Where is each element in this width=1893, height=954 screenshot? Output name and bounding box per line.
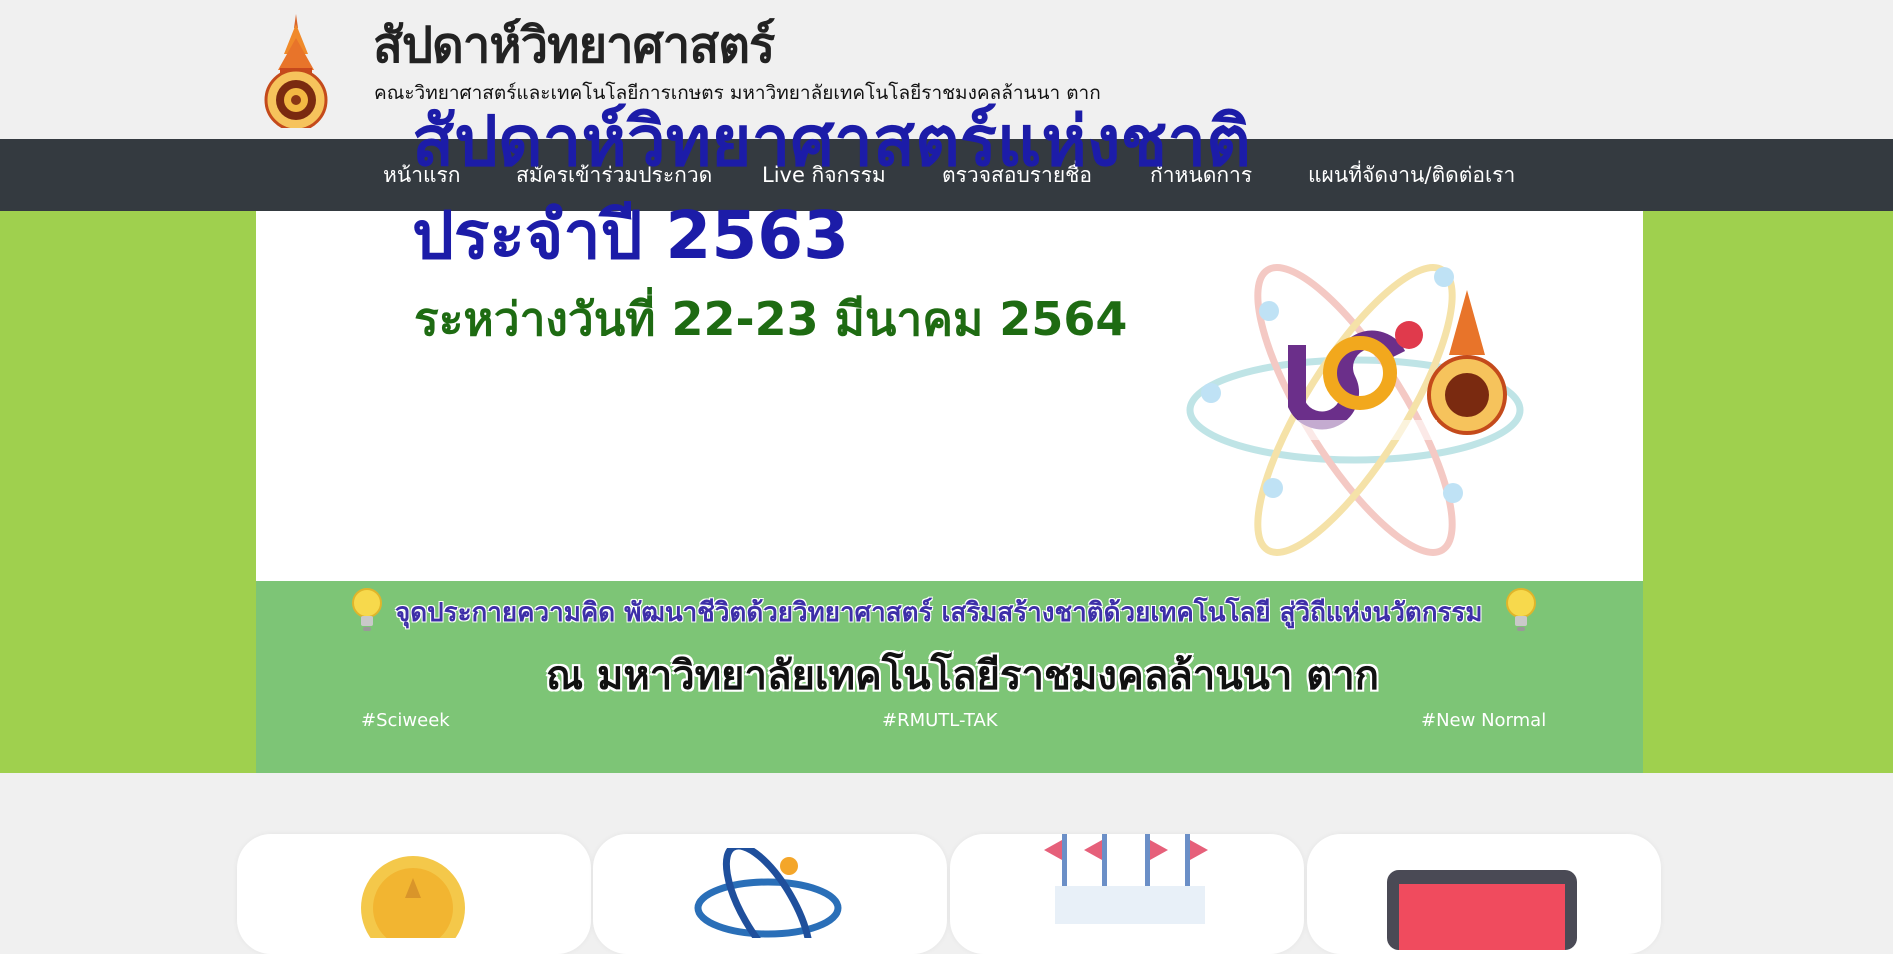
hashtag-rmutl-tak: #RMUTL-TAK [882,710,998,731]
monitor-icon [1387,870,1577,950]
banner-venue: ณ มหาวิทยาลัยเทคโนโลยีราชมงคลล้านนา ตาก [546,653,1379,699]
banner-title-line1: สัปดาห์วิทยาศาสตร์แห่งชาติ [412,102,1251,182]
lightbulb-icon [1506,588,1536,631]
medal-icon [361,856,465,938]
feature-card-live[interactable] [1307,834,1661,954]
nav-item-map-contact[interactable]: แผนที่จัดงาน/ติดต่อเรา [1308,139,1515,211]
feature-card-awards[interactable] [237,834,591,954]
hashtag-new-normal: #New Normal [1421,710,1547,731]
atom-icon [694,848,842,938]
banner-slogan: จุดประกายความคิด พัฒนาชีวิตด้วยวิทยาศาสต… [395,598,1483,628]
atom-logo-icon [1186,264,1524,556]
hashtag-sciweek: #Sciweek [361,710,450,731]
flags-icon [1044,834,1208,924]
feature-card-events[interactable] [950,834,1304,954]
banner-title-line2: ประจำปี 2563 [412,197,850,274]
feature-card-science[interactable] [593,834,947,954]
banner-dates: ระหว่างวันที่ 22-23 มีนาคม 2564 [414,292,1128,346]
university-emblem-icon[interactable] [262,14,330,128]
lightbulb-icon [352,588,382,631]
site-title[interactable]: สัปดาห์วิทยาศาสตร์ [373,6,775,84]
